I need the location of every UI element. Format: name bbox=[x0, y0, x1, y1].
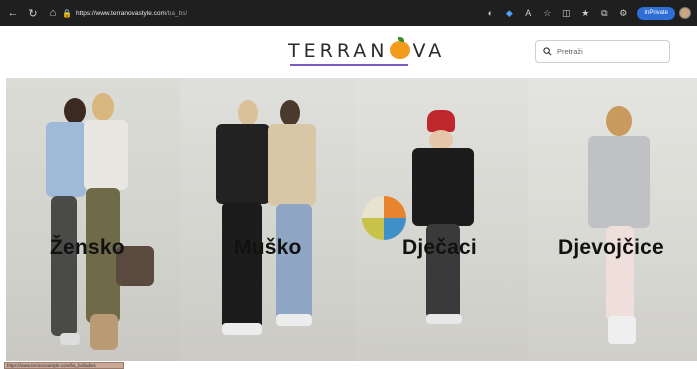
browser-tools: ◐ ◆ A ☆ ◫ ★ ⧉ ⚙ InPrivate bbox=[477, 4, 691, 22]
category-label: Žensko bbox=[50, 236, 125, 259]
search-box[interactable] bbox=[535, 40, 670, 63]
orange-logo-icon bbox=[390, 37, 411, 59]
category-panel-musko[interactable]: Muško bbox=[180, 78, 354, 361]
category-label: Djevojčice bbox=[558, 236, 664, 259]
shopping-tag-icon[interactable]: ◆ bbox=[503, 7, 515, 19]
model-photo bbox=[276, 314, 312, 326]
read-aloud-icon[interactable]: A bbox=[522, 7, 534, 19]
model-photo bbox=[588, 136, 650, 228]
model-photo bbox=[84, 120, 128, 190]
model-photo bbox=[427, 110, 455, 132]
category-label: Muško bbox=[234, 236, 302, 259]
model-photo bbox=[412, 148, 474, 226]
reading-view-icon[interactable]: ◐ bbox=[484, 7, 496, 19]
logo-text-left: TERRAN bbox=[288, 40, 389, 62]
category-panel-zensko[interactable]: Žensko bbox=[6, 78, 180, 361]
profile-avatar[interactable] bbox=[679, 7, 691, 19]
terranova-logo[interactable]: TERRAN VA bbox=[288, 37, 446, 64]
collections-icon[interactable]: ⧉ bbox=[598, 7, 610, 19]
site-header: TERRAN VA bbox=[0, 26, 697, 78]
model-photo bbox=[606, 106, 632, 136]
back-icon[interactable]: ← bbox=[6, 6, 20, 20]
search-icon bbox=[543, 47, 552, 56]
model-photo bbox=[276, 204, 312, 324]
model-photo bbox=[268, 124, 316, 206]
favorite-star-icon[interactable]: ☆ bbox=[541, 7, 553, 19]
model-photo bbox=[46, 122, 86, 197]
refresh-icon[interactable]: ↻ bbox=[26, 6, 40, 20]
model-photo bbox=[64, 98, 86, 124]
category-panel-djevojcice[interactable]: Djevojčice bbox=[528, 78, 697, 361]
model-photo bbox=[222, 202, 262, 330]
status-bar-link: https://www.terranovastyle.com/ba_bs/lad… bbox=[4, 362, 124, 369]
favorites-icon[interactable]: ★ bbox=[579, 7, 591, 19]
model-photo bbox=[90, 314, 118, 350]
lock-icon: 🔒 bbox=[62, 8, 72, 18]
model-photo bbox=[216, 124, 270, 204]
url-domain: https://www.terranovastyle.com bbox=[76, 9, 166, 17]
logo-text-right: VA bbox=[412, 40, 446, 62]
model-photo bbox=[238, 100, 258, 126]
category-banner: Žensko Muško Dječaci Djevojčice bbox=[6, 78, 697, 361]
browser-toolbar: ← ↻ ⌂ 🔒 https://www.terranovastyle.com/b… bbox=[0, 0, 697, 26]
inprivate-badge[interactable]: InPrivate bbox=[637, 6, 675, 20]
model-photo bbox=[222, 323, 262, 335]
home-icon[interactable]: ⌂ bbox=[46, 6, 60, 20]
basketball-image bbox=[362, 196, 406, 240]
address-bar[interactable]: 🔒 https://www.terranovastyle.com/ba_bs/ bbox=[62, 5, 482, 21]
model-photo bbox=[426, 314, 462, 324]
category-panel-djecaci[interactable]: Dječaci bbox=[354, 78, 528, 361]
model-photo bbox=[429, 130, 453, 150]
category-label: Dječaci bbox=[402, 236, 477, 259]
model-photo bbox=[280, 100, 300, 126]
model-photo bbox=[51, 196, 77, 336]
search-input[interactable] bbox=[557, 47, 662, 56]
logo-underline bbox=[290, 64, 408, 66]
url-path: /ba_bs/ bbox=[165, 9, 188, 17]
split-screen-icon[interactable]: ◫ bbox=[560, 7, 572, 19]
model-photo bbox=[608, 316, 636, 344]
model-photo bbox=[60, 333, 80, 345]
model-photo bbox=[92, 93, 114, 121]
extensions-icon[interactable]: ⚙ bbox=[617, 7, 629, 19]
